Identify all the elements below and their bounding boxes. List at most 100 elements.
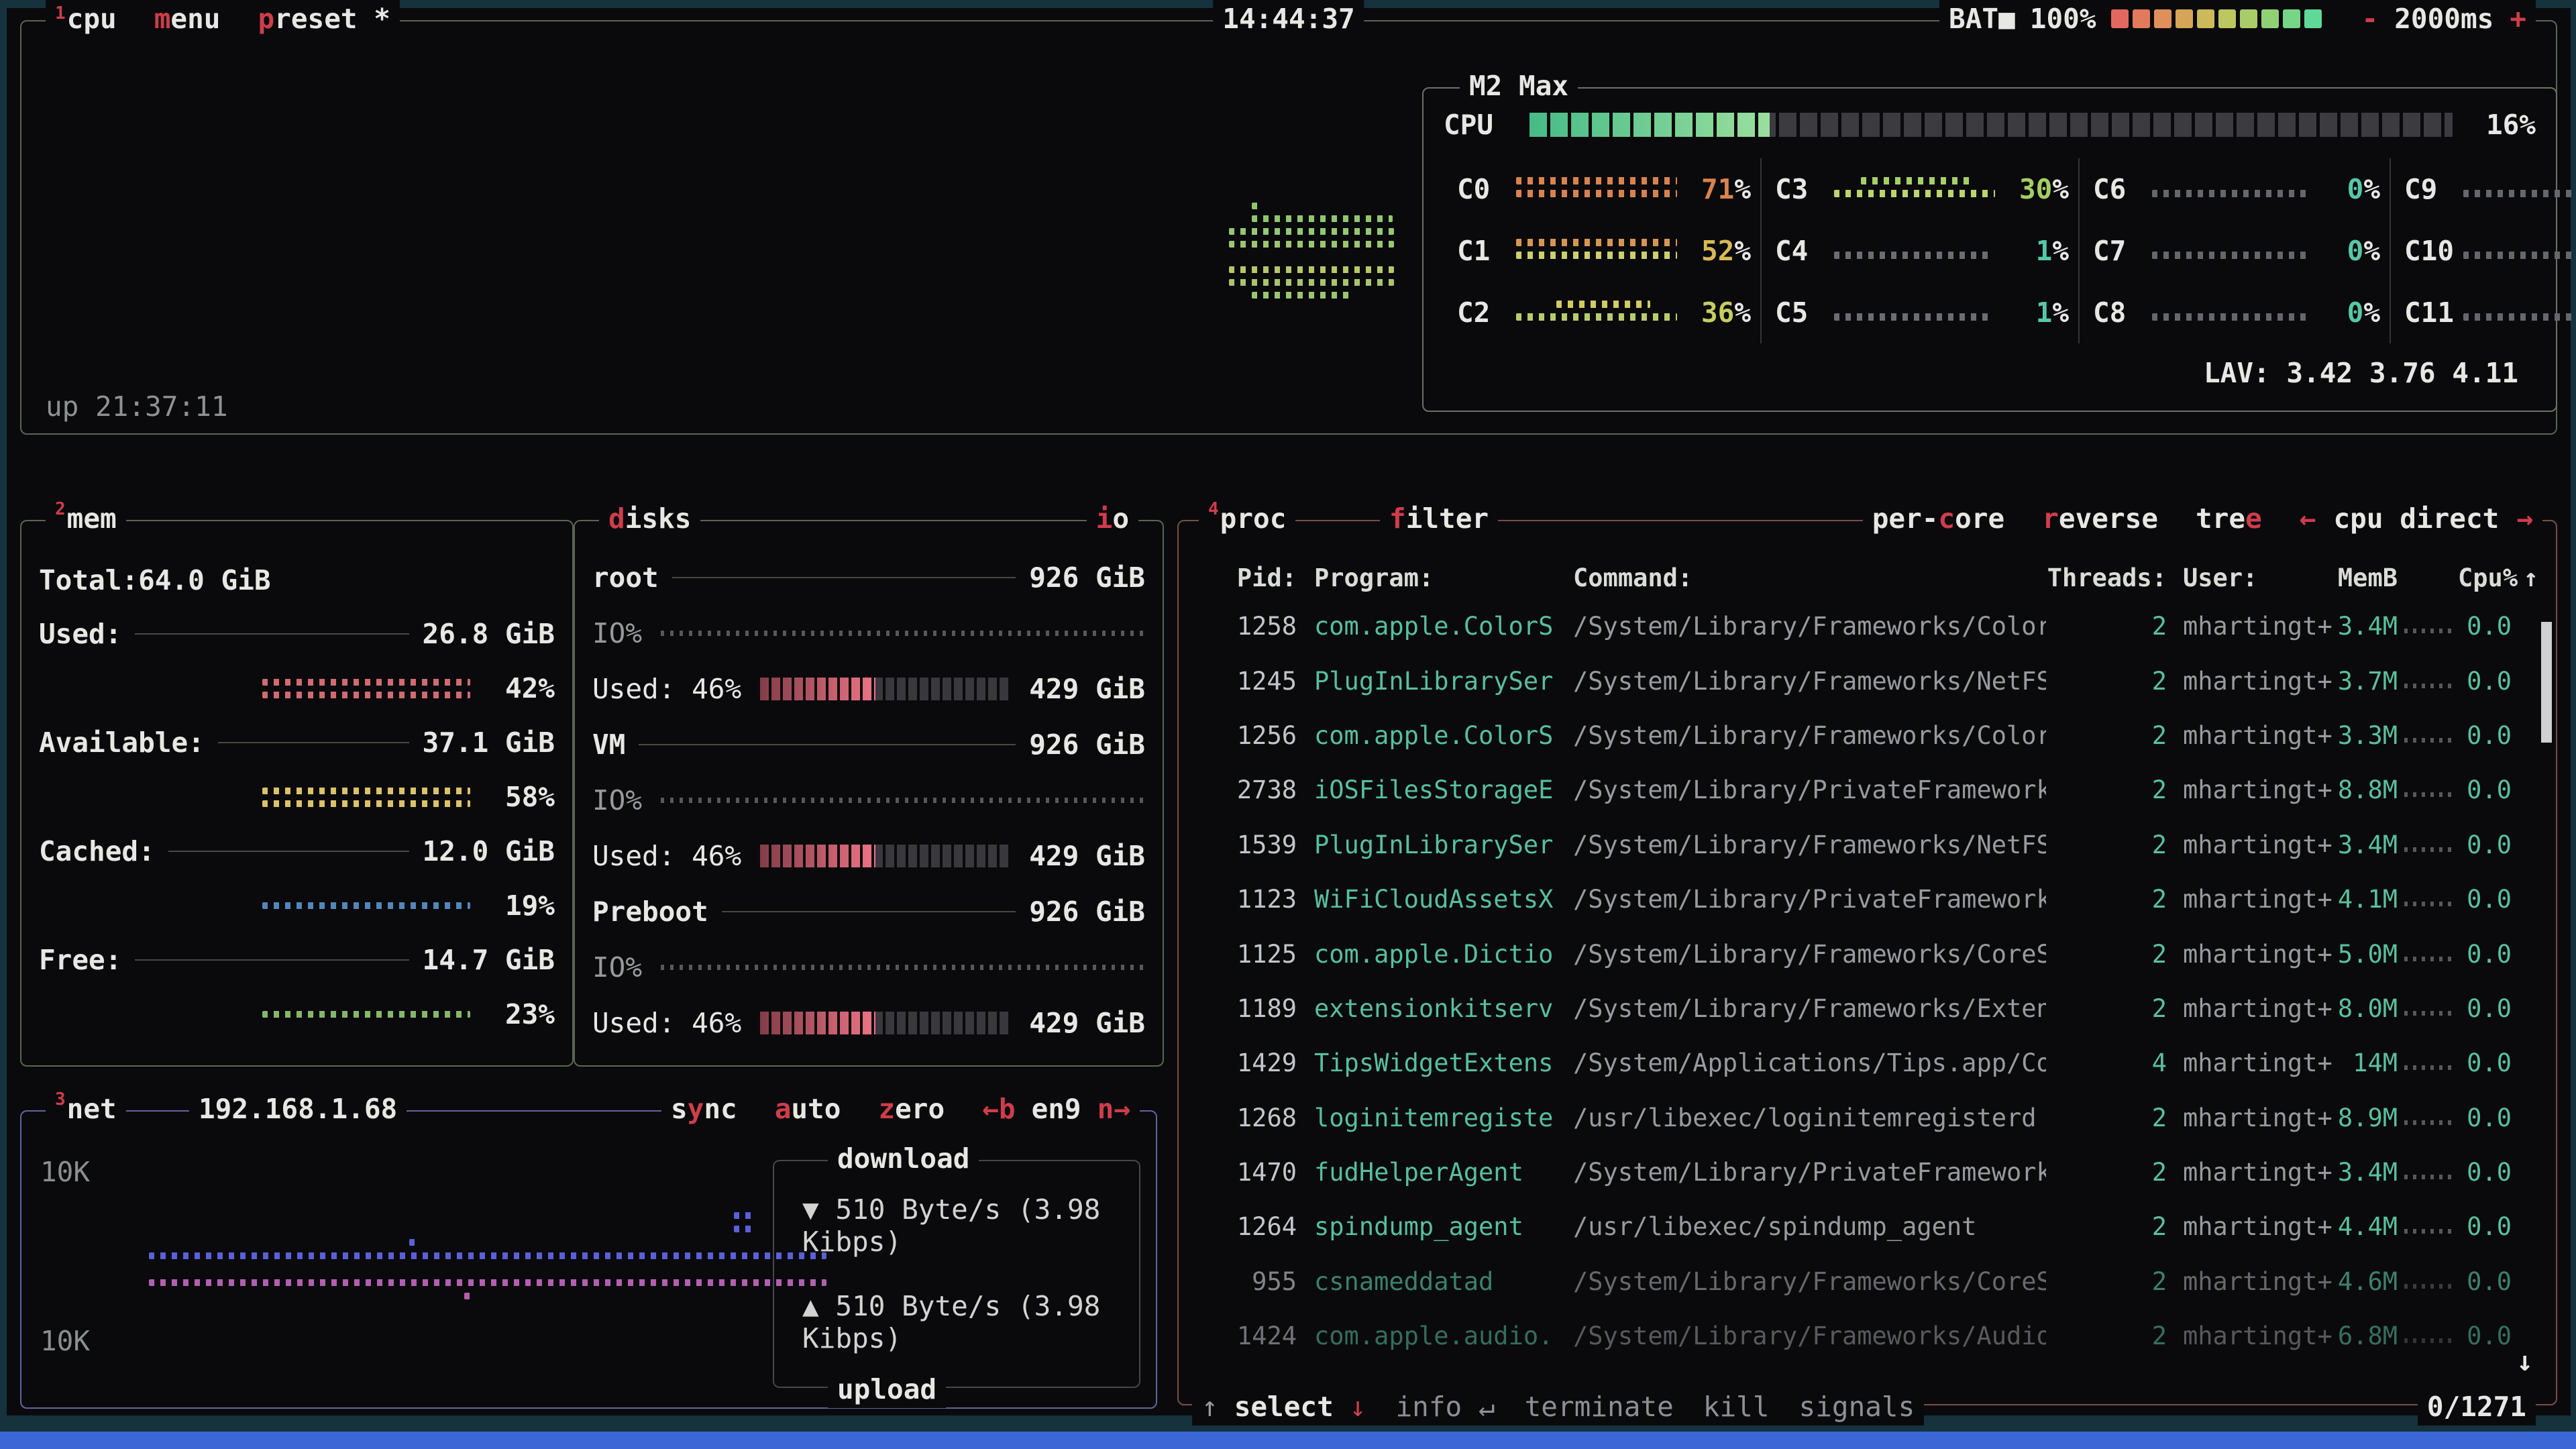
cpu-box-tabs: 1cpu menu preset * [46,0,400,38]
sort-prev-button[interactable]: ← [2300,502,2316,535]
reverse-button[interactable]: reverse [2042,502,2158,535]
tree-button[interactable]: tree [2196,502,2262,535]
proc-program: fudHelperAgent [1314,1158,1556,1187]
battery-block [2197,9,2214,28]
menu-button[interactable]: menu [154,3,221,35]
per-core-button[interactable]: per-core [1872,502,2005,535]
proc-program: extensionkitserv [1314,994,1556,1023]
proc-threads: 2 [2046,1104,2167,1132]
io-mode-button[interactable]: io [1087,500,1138,537]
net-graph-row [464,1293,474,1299]
net-axis-top: 10K [40,1156,90,1188]
core-graph [1516,239,1677,263]
proc-leader-dots [2404,1338,2451,1343]
mem-entry-label: Free: [39,944,121,976]
battery-meter [2107,9,2322,28]
proc-program: loginitemregiste [1314,1104,1556,1132]
select-up-icon[interactable]: ↑ [1201,1391,1218,1423]
kill-button[interactable]: kill [1703,1391,1770,1423]
process-row[interactable]: 1424 com.apple.audio. /System/Library/Fr… [1196,1309,2538,1363]
mem-entry-value: 64.0 GiB [138,564,270,596]
net-ip: 192.168.1.68 [189,1090,407,1128]
proc-pid: 1245 [1196,667,1297,696]
select-down-icon[interactable]: ↓ [1350,1391,1366,1423]
filter-button[interactable]: filter [1380,500,1498,537]
process-row[interactable]: 955 csnameddatad /System/Library/Framewo… [1196,1254,2538,1309]
proc-leader-dots [2404,1229,2451,1234]
disks-title: disks [599,500,700,537]
process-row[interactable]: 1470 fudHelperAgent /System/Library/Priv… [1196,1145,2538,1199]
core-cell: C10 0% [2390,220,2576,282]
interval-plus-button[interactable]: + [2510,3,2526,35]
process-row[interactable]: 1258 com.apple.ColorS /System/Library/Fr… [1196,599,2538,653]
cpu-box: 1cpu menu preset * 14:44:37 BAT■ 100% - … [20,20,2557,435]
cpu-total-row: CPU 16% [1444,106,2536,144]
iface-next-button[interactable]: n→ [1097,1093,1130,1125]
proc-command: /System/Applications/Tips.app/Content [1573,1049,2046,1077]
proc-program: com.apple.Dictio [1314,940,1556,969]
battery-percent: 100% [2030,3,2096,35]
core-graph [2152,177,2306,201]
proc-leader-dots [2404,1120,2451,1125]
cpu-history-graph [1229,203,1403,299]
proc-pid: 1189 [1196,994,1297,1023]
disk-used-value: 429 GiB [1029,840,1145,872]
core-cell: C9 0% [2390,158,2576,220]
disk-size: 926 GiB [1029,896,1145,928]
header-cpu[interactable]: Cpu% [2458,564,2512,592]
cpu-graph-row [1229,228,1394,235]
process-row[interactable]: 1264 spindump_agent /usr/libexec/spindum… [1196,1199,2538,1254]
header-program[interactable]: Program: [1314,564,1556,592]
signals-button[interactable]: signals [1799,1391,1915,1423]
battery-block [2218,9,2236,28]
process-row[interactable]: 1123 WiFiCloudAssetsX /System/Library/Pr… [1196,872,2538,926]
mem-entry-percent: 23% [490,998,555,1030]
process-row[interactable]: 2738 iOSFilesStorageE /System/Library/Pr… [1196,763,2538,817]
process-row[interactable]: 1245 PlugInLibrarySer /System/Library/Fr… [1196,653,2538,708]
zero-button[interactable]: zero [878,1093,945,1125]
proc-mem: 14M [2334,1049,2398,1077]
core-graph [2463,177,2576,201]
info-button[interactable]: info ↵ [1395,1391,1495,1423]
scroll-more-icon[interactable]: ↓ [2516,1345,2533,1377]
process-row[interactable]: 1429 TipsWidgetExtens /System/Applicatio… [1196,1036,2538,1090]
core-grid: C0 71% C3 30% C6 [1444,158,2536,343]
header-user[interactable]: User: [2183,564,2334,592]
process-row[interactable]: 1268 loginitemregiste /usr/libexec/login… [1196,1091,2538,1145]
proc-cpu: 0.0 [2458,1322,2512,1350]
header-command[interactable]: Command: [1573,564,2046,592]
proc-command: /usr/libexec/loginitemregisterd [1573,1104,2046,1132]
sort-next-button[interactable]: → [2516,502,2533,535]
process-row[interactable]: 1539 PlugInLibrarySer /System/Library/Fr… [1196,818,2538,872]
process-row[interactable]: 1125 com.apple.Dictio /System/Library/Fr… [1196,926,2538,981]
sort-direction-icon: ↑ [2512,564,2538,592]
proc-program: spindump_agent [1314,1212,1556,1241]
proc-scrollbar-thumb[interactable] [2541,622,2552,743]
proc-cpu: 0.0 [2458,1049,2512,1077]
terminate-button[interactable]: terminate [1525,1391,1674,1423]
core-cell: C8 0% [2078,282,2390,343]
auto-button[interactable]: auto [775,1093,841,1125]
iface-prev-button[interactable]: ←b [982,1093,1015,1125]
core-graph [2463,301,2576,325]
sync-button[interactable]: sync [671,1093,737,1125]
tab-cpu[interactable]: 1cpu [55,3,117,35]
preset-button[interactable]: preset * [258,3,390,35]
process-row[interactable]: 1256 com.apple.ColorS /System/Library/Fr… [1196,708,2538,763]
mem-entry: Available: 37.1 GiB 58% [39,716,555,824]
process-row[interactable]: 1189 extensionkitserv /System/Library/Fr… [1196,981,2538,1036]
core-graph [2152,301,2306,325]
header-pid[interactable]: Pid: [1196,564,1297,592]
mem-title: 2mem [46,500,126,537]
header-threads[interactable]: Threads: [2046,564,2167,592]
disk-used-label: Used: 46% [592,840,741,872]
core-name: C11 [2404,297,2463,329]
interval-minus-button[interactable]: - [2362,3,2379,35]
proc-threads: 2 [2046,667,2167,696]
proc-threads: 2 [2046,885,2167,914]
disk-entry: root 926 GiB IO% Used: 46% 429 GiB [592,549,1145,716]
core-graph [1834,239,1995,263]
uptime-label: up 21:37:11 [46,390,228,423]
header-mem[interactable]: MemB [2334,564,2398,592]
net-graph-row [149,1252,826,1259]
